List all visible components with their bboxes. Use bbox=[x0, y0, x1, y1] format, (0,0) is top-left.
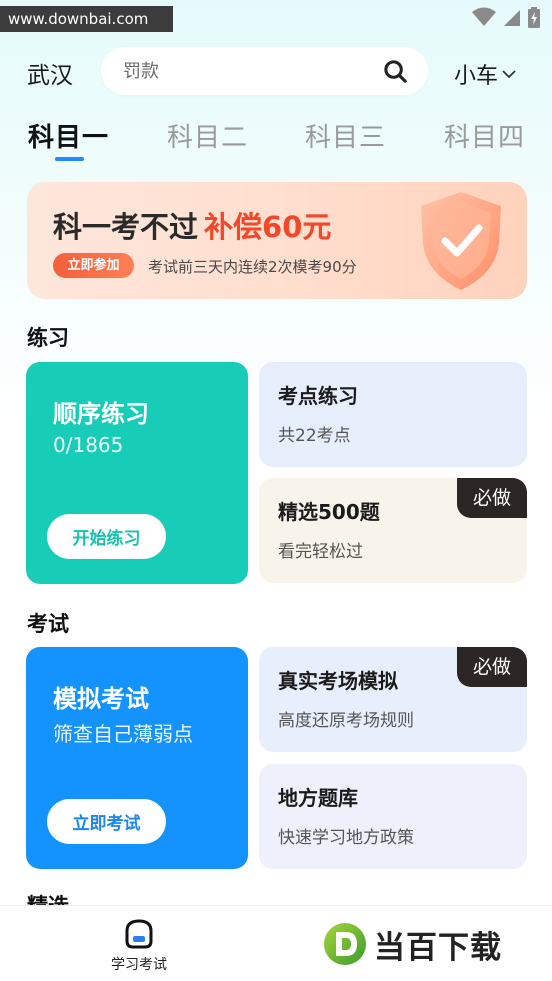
shield-check-icon bbox=[421, 192, 501, 290]
selected-500-card[interactable]: 精选500题 看完轻松过 必做 bbox=[259, 478, 527, 583]
banner-title-text: 科一考不过 bbox=[53, 210, 199, 244]
promo-banner[interactable]: 科一考不过 补偿60元 立即参加 考试前三天内连续2次模考90分 bbox=[27, 182, 527, 299]
app-screen: www.downbai.com 武汉 小车 科目一 科目二 科目三 科目四 科一… bbox=[0, 0, 552, 981]
key-points-practice-card[interactable]: 考点练习 共22考点 bbox=[259, 362, 527, 467]
start-exam-button[interactable]: 立即考试 bbox=[47, 799, 166, 844]
tab-subject-2[interactable]: 科目二 bbox=[167, 117, 248, 154]
mock-exam-title: 模拟考试 bbox=[53, 685, 149, 713]
watermark-overlay: www.downbai.com bbox=[0, 6, 173, 32]
search-input[interactable] bbox=[123, 59, 363, 83]
chevron-down-icon bbox=[502, 70, 516, 79]
selected-500-title: 精选500题 bbox=[278, 500, 380, 524]
banner-subtitle: 考试前三天内连续2次模考90分 bbox=[148, 258, 357, 276]
nav-study-exam[interactable]: 学习考试 bbox=[104, 918, 174, 974]
brand-watermark-logo: 当百下载 bbox=[322, 922, 502, 966]
section-title-exam: 考试 bbox=[27, 612, 69, 636]
mock-exam-card[interactable]: 模拟考试 筛查自己薄弱点 立即考试 bbox=[26, 647, 248, 869]
local-bank-title: 地方题库 bbox=[278, 786, 358, 810]
local-question-bank-card[interactable]: 地方题库 快速学习地方政策 bbox=[259, 764, 527, 869]
city-selector[interactable]: 武汉 bbox=[27, 56, 73, 90]
status-icons bbox=[472, 6, 540, 28]
join-now-button[interactable]: 立即参加 bbox=[53, 253, 134, 278]
search-bar[interactable] bbox=[101, 47, 428, 95]
nav-study-exam-label: 学习考试 bbox=[111, 957, 167, 973]
sequential-practice-card[interactable]: 顺序练习 0/1865 开始练习 bbox=[26, 362, 248, 584]
key-points-subtitle: 共22考点 bbox=[278, 426, 351, 446]
tab-subject-3[interactable]: 科目三 bbox=[305, 117, 386, 154]
sequential-practice-title: 顺序练习 bbox=[53, 400, 149, 428]
local-bank-subtitle: 快速学习地方政策 bbox=[278, 828, 414, 848]
section-title-practice: 练习 bbox=[27, 326, 69, 350]
tab-subject-1[interactable]: 科目一 bbox=[28, 117, 109, 154]
wifi-icon bbox=[472, 7, 496, 26]
vehicle-type-selector[interactable]: 小车 bbox=[454, 58, 516, 90]
sequential-practice-progress: 0/1865 bbox=[53, 433, 124, 457]
brand-logo-icon bbox=[324, 923, 366, 965]
key-points-title: 考点练习 bbox=[278, 384, 358, 408]
search-icon[interactable] bbox=[383, 59, 408, 84]
battery-icon bbox=[528, 6, 540, 28]
study-exam-icon bbox=[125, 919, 153, 949]
mock-exam-subtitle: 筛查自己薄弱点 bbox=[53, 722, 193, 746]
real-exam-simulation-card[interactable]: 真实考场模拟 高度还原考场规则 必做 bbox=[259, 647, 527, 752]
must-do-badge: 必做 bbox=[457, 478, 527, 518]
brand-logo-text: 当百下载 bbox=[374, 929, 502, 966]
active-tab-indicator bbox=[55, 157, 84, 161]
real-exam-subtitle: 高度还原考场规则 bbox=[278, 711, 414, 731]
must-do-badge: 必做 bbox=[457, 647, 527, 687]
start-practice-button[interactable]: 开始练习 bbox=[47, 514, 166, 559]
signal-icon bbox=[504, 10, 520, 26]
subject-tabs: 科目一 科目二 科目三 科目四 bbox=[0, 117, 552, 163]
vehicle-type-label: 小车 bbox=[454, 64, 499, 89]
tab-subject-4[interactable]: 科目四 bbox=[444, 117, 525, 154]
banner-title: 科一考不过 补偿60元 bbox=[53, 204, 331, 246]
selected-500-subtitle: 看完轻松过 bbox=[278, 542, 363, 562]
real-exam-title: 真实考场模拟 bbox=[278, 669, 398, 693]
banner-highlight: 补偿60元 bbox=[204, 210, 332, 244]
